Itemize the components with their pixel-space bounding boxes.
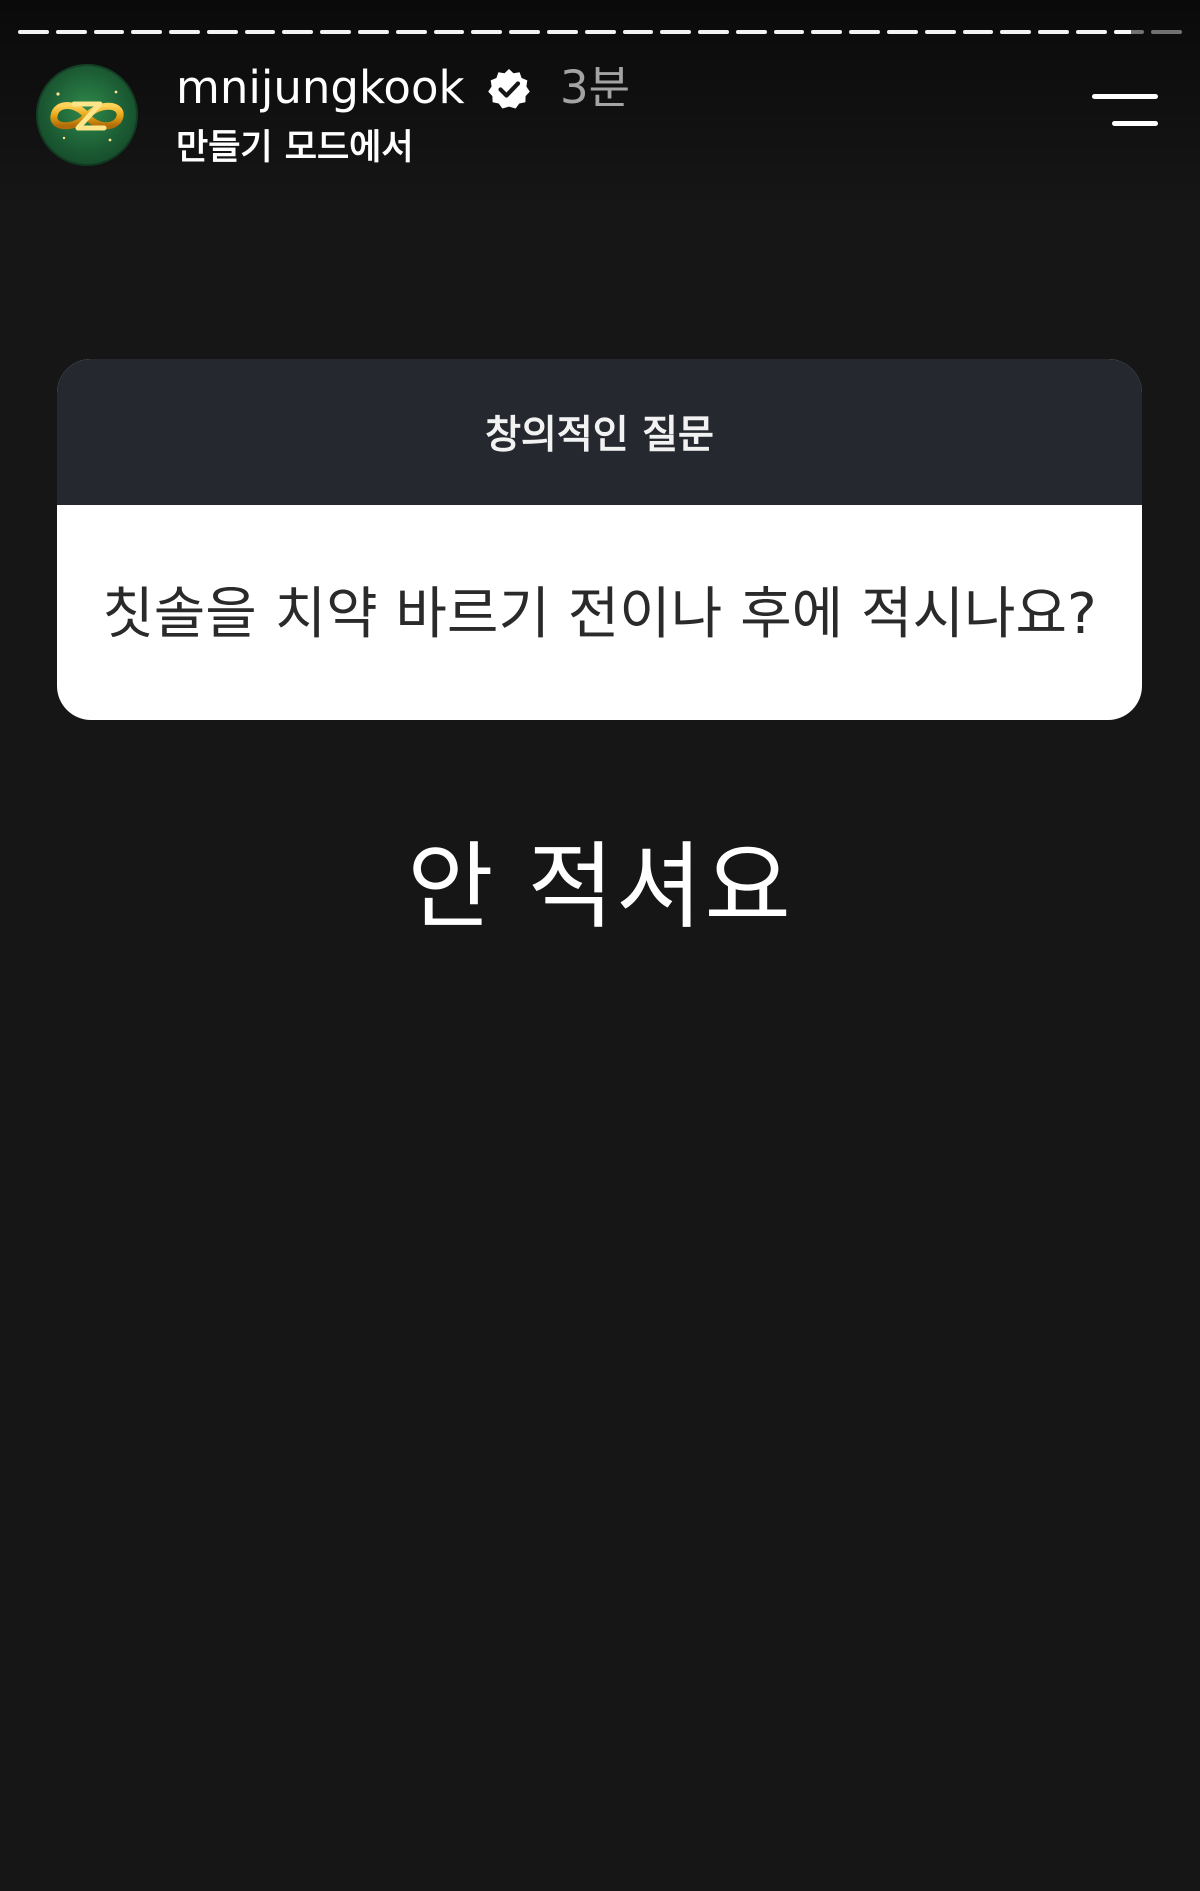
- story-progress-segment: [93, 30, 125, 34]
- story-progress-segment: [1151, 30, 1183, 34]
- story-progress-segment: [698, 30, 729, 34]
- story-progress-segment: [660, 30, 692, 34]
- story-progress-segment: [849, 30, 880, 34]
- story-progress-segment: [320, 30, 352, 34]
- story-progress-segment: [735, 30, 767, 34]
- story-progress-segment: [1113, 30, 1145, 34]
- story-progress-segment: [1000, 30, 1032, 34]
- story-progress-segment: [509, 30, 540, 34]
- story-progress-segment: [584, 30, 616, 34]
- question-sticker[interactable]: 창의적인 질문 칫솔을 치약 바르기 전이나 후에 적시나요?: [57, 359, 1142, 720]
- story-progress-segment: [546, 30, 578, 34]
- story-progress-segment: [244, 30, 276, 34]
- question-text: 칫솔을 치약 바르기 전이나 후에 적시나요?: [102, 582, 1097, 647]
- story-progress-segment: [962, 30, 994, 34]
- profile-avatar[interactable]: [36, 64, 138, 166]
- story-progress-segment: [924, 30, 956, 34]
- menu-bar-bottom: [1112, 121, 1158, 126]
- story-progress-segment: [622, 30, 654, 34]
- story-progress-segment: [282, 30, 314, 34]
- story-progress-segment: [773, 30, 805, 34]
- question-sticker-header: 창의적인 질문: [57, 359, 1142, 505]
- story-progress-segment: [18, 30, 49, 34]
- story-progress-segment: [55, 30, 87, 34]
- menu-icon[interactable]: [1090, 91, 1158, 131]
- story-progress-segment: [811, 30, 843, 34]
- question-sticker-title: 창의적인 질문: [485, 413, 714, 458]
- story-progress-segment: [358, 30, 389, 34]
- story-progress-segment: [131, 30, 163, 34]
- verified-badge-icon: [488, 69, 530, 109]
- post-timestamp: 3분: [560, 61, 631, 114]
- creation-mode-label: 만들기 모드에서: [176, 128, 414, 168]
- story-progress-bar: [18, 30, 1183, 34]
- story-progress-segment: [169, 30, 200, 34]
- infinity-logo-icon: [50, 90, 124, 142]
- answer-text: 안 적셔요: [407, 833, 793, 942]
- question-sticker-body: 칫솔을 치약 바르기 전이나 후에 적시나요?: [57, 505, 1142, 720]
- story-progress-segment: [206, 30, 238, 34]
- story-progress-segment: [433, 30, 465, 34]
- story-progress-fill: [1113, 30, 1131, 34]
- story-progress-segment: [395, 30, 427, 34]
- menu-bar-top: [1092, 94, 1158, 99]
- story-progress-segment: [1075, 30, 1107, 34]
- story-progress-segment: [886, 30, 918, 34]
- story-progress-segment: [1038, 30, 1069, 34]
- username[interactable]: mnijungkook: [176, 58, 465, 118]
- story-header: mnijungkook 3분 만들기 모드에서: [0, 58, 1200, 178]
- story-progress-segment: [471, 30, 503, 34]
